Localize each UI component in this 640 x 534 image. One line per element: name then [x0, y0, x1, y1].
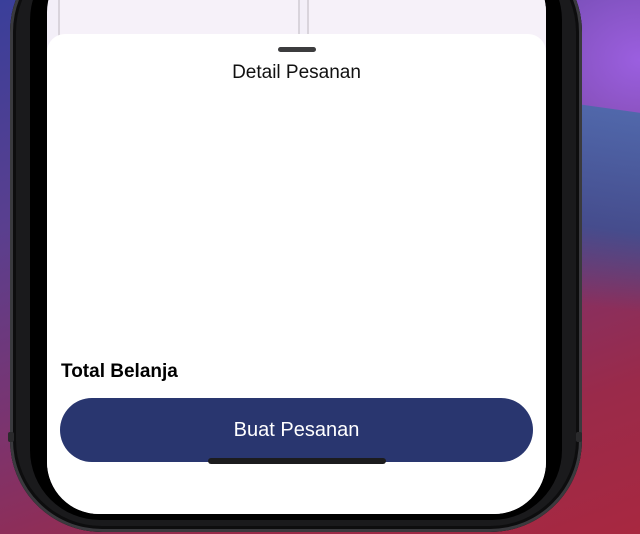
phone-screen: Detail Pesanan Total Belanja Buat Pesana…: [47, 0, 546, 514]
sheet-title: Detail Pesanan: [232, 62, 361, 83]
side-button-left: [8, 432, 14, 442]
create-order-button[interactable]: Buat Pesanan: [60, 398, 533, 462]
sheet-grabber-handle[interactable]: [278, 47, 316, 52]
home-indicator[interactable]: [208, 458, 386, 464]
order-detail-sheet: Detail Pesanan Total Belanja Buat Pesana…: [47, 34, 546, 514]
total-belanja-label: Total Belanja: [61, 361, 178, 382]
side-button-right: [576, 432, 582, 442]
